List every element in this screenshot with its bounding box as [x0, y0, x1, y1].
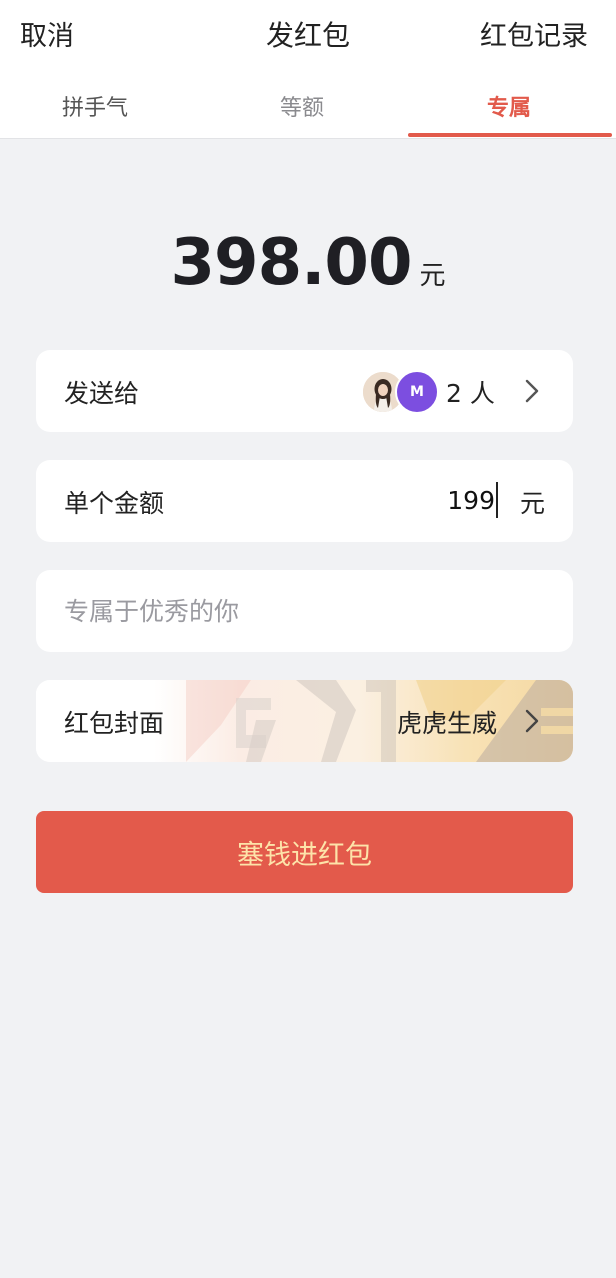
text-caret [496, 482, 498, 518]
recipient-avatars: M [361, 370, 441, 414]
greeting-row [36, 570, 573, 652]
page-title: 发红包 [265, 19, 350, 52]
total-amount: 398.00 [170, 226, 413, 300]
avatar: M [395, 370, 439, 414]
cover-name: 虎虎生威 [396, 709, 497, 738]
tab-lucky[interactable]: 拼手气 [62, 90, 128, 122]
packet-type-tabs: 拼手气 等额 专属 [0, 84, 616, 138]
red-packet-records-button[interactable]: 红包记录 [480, 14, 588, 53]
recipients-label: 发送给 [64, 379, 140, 408]
recipient-count: 2 人 [446, 379, 495, 408]
single-amount-input[interactable] [335, 479, 495, 521]
single-amount-row: 单个金额 元 [36, 460, 573, 542]
active-tab-indicator [408, 133, 612, 137]
tab-exclusive[interactable]: 专属 [487, 90, 531, 122]
cover-label: 红包封面 [64, 709, 165, 738]
greeting-input[interactable] [64, 590, 544, 632]
recipients-row[interactable]: 发送给 M 2 人 [36, 350, 573, 432]
chevron-right-icon [525, 709, 539, 733]
chevron-right-icon [525, 379, 539, 403]
cancel-button[interactable]: 取消 [20, 14, 74, 53]
tab-equal[interactable]: 等额 [280, 90, 324, 122]
total-amount-unit: 元 [419, 261, 446, 291]
send-red-packet-button[interactable]: 塞钱进红包 [36, 811, 573, 893]
total-amount-display: 398.00 元 [0, 226, 616, 300]
cover-row[interactable]: 红包封面 虎虎生威 [36, 680, 573, 762]
single-amount-unit: 元 [519, 489, 545, 518]
single-amount-label: 单个金额 [64, 489, 165, 518]
top-bar: 取消 发红包 红包记录 拼手气 等额 专属 [0, 0, 616, 139]
